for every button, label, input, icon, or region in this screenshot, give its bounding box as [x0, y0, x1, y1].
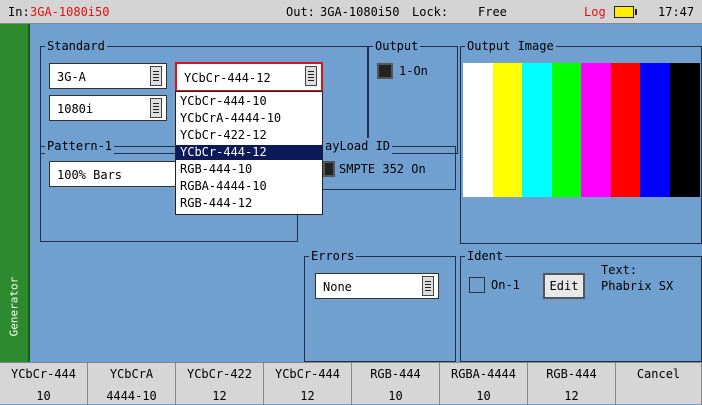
softkey-2[interactable]: YCbCrA 4444-10 — [88, 363, 176, 405]
dropdown-option[interactable]: YCbCrA-4444-10 — [176, 111, 322, 126]
softkey-line1: RGB-444 — [546, 367, 597, 381]
payload-checkbox[interactable] — [323, 161, 335, 177]
softkey-line2: 12 — [212, 389, 227, 403]
softkey-line1: RGB-444 — [370, 367, 421, 381]
colour-space-select[interactable]: YCbCr-444-12 — [175, 62, 323, 92]
sidebar-label: Generator — [7, 276, 21, 337]
lock-label: Lock: — [412, 5, 449, 19]
format-value: 1080i — [57, 102, 94, 116]
errors-value: None — [323, 280, 352, 294]
input-label: In: — [8, 5, 30, 19]
output-image-title: Output Image — [465, 38, 556, 54]
output-title: Output — [373, 38, 421, 54]
errors-group: Errors None — [304, 248, 456, 362]
format-select[interactable]: 1080i — [49, 95, 167, 121]
color-bar — [610, 63, 641, 197]
output-toggle-label: 1-On — [399, 64, 428, 78]
errors-title: Errors — [309, 248, 357, 264]
output-label: Out: — [286, 5, 315, 19]
color-bar — [463, 63, 493, 197]
softkey-line1: YCbCr-444 — [10, 367, 77, 381]
lock-status: Free — [478, 5, 507, 19]
sidebar-label-box: Generator — [3, 266, 27, 356]
softkey-line1: YCbCrA — [109, 367, 154, 381]
softkey-line1: YCbCr-444 — [274, 367, 341, 381]
softkey-4[interactable]: YCbCr-444 12 — [264, 363, 352, 405]
payload-toggle-label: SMPTE 352 On — [339, 162, 426, 176]
softkey-line1: YCbCr-422 — [186, 367, 253, 381]
color-bars-preview — [463, 63, 700, 197]
ident-text-value: Phabrix SX — [601, 279, 674, 293]
errors-select[interactable]: None — [315, 273, 439, 299]
softkey-line2: 12 — [564, 389, 579, 403]
input-format: 3GA-1080i50 — [30, 5, 110, 19]
softkey-bar: YCbCr-444 10 YCbCrA 4444-10 YCbCr-422 12 YCbCr… — [0, 362, 702, 405]
dropdown-option[interactable]: RGB-444-10 — [176, 162, 322, 177]
color-bar — [551, 63, 582, 197]
softkey-line2: 4444-10 — [106, 389, 157, 403]
ident-toggle-label: On-1 — [491, 278, 520, 292]
pattern-title: Pattern-1 — [45, 138, 115, 154]
level-value: 3G-A — [57, 70, 86, 84]
ident-checkbox[interactable] — [469, 277, 485, 293]
main-panel: Standard 3G-A 1080i YCbCr-444-12 Output … — [32, 26, 702, 362]
dropdown-option[interactable]: RGBA-4444-10 — [176, 179, 322, 194]
color-bar — [640, 63, 670, 197]
softkey-line1: RGBA-4444 — [450, 367, 517, 381]
output-checkbox[interactable] — [377, 63, 393, 79]
color-bar — [669, 63, 700, 197]
standard-title: Standard — [45, 38, 107, 54]
softkey-line2: 10 — [388, 389, 403, 403]
softkey-line2: 10 — [476, 389, 491, 403]
scroll-handle-icon — [150, 66, 162, 86]
color-bar — [522, 63, 552, 197]
dropdown-option[interactable]: YCbCr-422-12 — [176, 128, 322, 143]
clock: 17:47 — [658, 5, 695, 19]
softkey-line1: Cancel — [636, 367, 681, 381]
softkey-1[interactable]: YCbCr-444 10 — [0, 363, 88, 405]
scroll-handle-icon — [422, 276, 434, 296]
softkey-6[interactable]: RGBA-4444 10 — [440, 363, 528, 405]
edit-button[interactable]: Edit — [543, 273, 585, 299]
softkey-3[interactable]: YCbCr-422 12 — [176, 363, 264, 405]
scroll-handle-icon — [305, 66, 317, 86]
output-image-group: Output Image — [460, 38, 702, 244]
dropdown-option[interactable]: YCbCr-444-10 — [176, 94, 322, 109]
softkey-7[interactable]: RGB-444 12 — [528, 363, 616, 405]
dropdown-option[interactable]: RGB-444-12 — [176, 196, 322, 211]
level-select[interactable]: 3G-A — [49, 63, 167, 89]
battery-icon — [614, 6, 634, 18]
softkey-5[interactable]: RGB-444 10 — [352, 363, 440, 405]
mode-sidebar[interactable]: Generator — [0, 24, 30, 362]
softkey-line2: 12 — [300, 389, 315, 403]
colour-space-value: YCbCr-444-12 — [184, 71, 271, 85]
ident-title: Ident — [465, 248, 506, 264]
log-label[interactable]: Log — [584, 5, 606, 19]
status-bar: In: 3GA-1080i50 Out: 3GA-1080i50 Lock: F… — [0, 0, 702, 24]
scroll-handle-icon — [150, 98, 162, 118]
pattern-value: 100% Bars — [57, 168, 123, 182]
output-format: 3GA-1080i50 — [320, 5, 400, 19]
color-bar — [581, 63, 611, 197]
color-bar — [492, 63, 523, 197]
softkey-8[interactable]: Cancel — [616, 363, 702, 405]
dropdown-option[interactable]: YCbCr-444-12 — [176, 145, 322, 160]
ident-group: Ident On-1 Edit Text: Phabrix SX — [460, 248, 702, 362]
payload-title: ayLoad ID — [323, 138, 393, 154]
colour-space-dropdown-list[interactable]: YCbCr-444-10 YCbCrA-4444-10 YCbCr-422-12 YC… — [175, 91, 323, 215]
softkey-line2: 10 — [36, 389, 51, 403]
battery-tip-icon — [635, 9, 637, 15]
ident-text-label: Text: — [601, 263, 638, 277]
